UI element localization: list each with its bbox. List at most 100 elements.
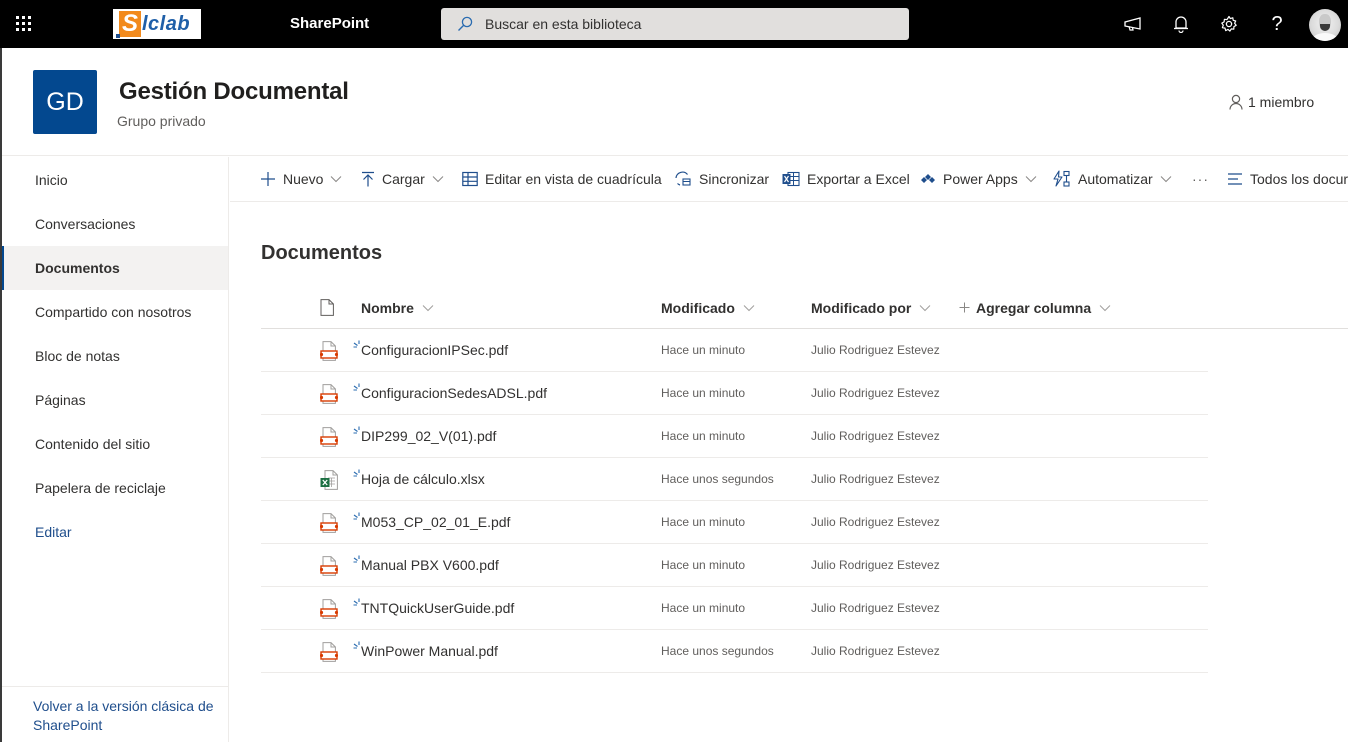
file-modified-by[interactable]: Julio Rodriguez Estevez [811, 515, 940, 529]
chevron-down-icon [422, 304, 434, 311]
grid-icon [462, 171, 478, 187]
chevron-down-icon [1099, 304, 1111, 311]
app-name-link[interactable]: SharePoint [290, 15, 369, 32]
column-modified-by-label: Modificado por [811, 299, 912, 316]
file-modified-by[interactable]: Julio Rodriguez Estevez [811, 644, 940, 658]
file-type-icon [319, 341, 339, 366]
help-icon[interactable]: ? [1265, 12, 1289, 36]
file-row[interactable]: Hoja de cálculo.xlsx Hace unos segundos Ju… [261, 458, 1208, 501]
chevron-down-icon [1025, 176, 1037, 183]
user-avatar[interactable] [1309, 9, 1341, 41]
nav-item-documentos[interactable]: Documentos [2, 246, 228, 290]
site-title[interactable]: Gestión Documental [119, 78, 349, 106]
search-box[interactable] [441, 8, 909, 40]
file-row[interactable]: TNTQuickUserGuide.pdf Hace un minuto Julio… [261, 587, 1208, 630]
nav-item-bloc-de-notas[interactable]: Bloc de notas [2, 334, 228, 378]
view-selector-label: Todos los docur [1250, 171, 1348, 187]
file-name-link[interactable]: Hoja de cálculo.xlsx [361, 471, 485, 487]
file-modified: Hace unos segundos [661, 644, 774, 658]
chevron-down-icon [743, 304, 755, 311]
file-row[interactable]: Manual PBX V600.pdf Hace un minuto Julio R… [261, 544, 1208, 587]
nav-item-inicio[interactable]: Inicio [2, 158, 228, 202]
nav-edit-link[interactable]: Editar [2, 510, 228, 554]
file-row[interactable]: ConfiguracionSedesADSL.pdf Hace un minuto… [261, 372, 1208, 415]
file-modified-by[interactable]: Julio Rodriguez Estevez [811, 429, 940, 443]
file-type-icon [319, 513, 339, 538]
logo-text: lclab [142, 12, 191, 35]
grid-edit-button[interactable]: Editar en vista de cuadrícula [462, 157, 662, 201]
pdf-file-icon [319, 642, 339, 662]
file-name-link[interactable]: DIP299_02_V(01).pdf [361, 428, 496, 444]
pdf-file-icon [319, 384, 339, 404]
site-privacy-label: Grupo privado [117, 113, 206, 129]
new-label: Nuevo [283, 171, 324, 187]
upload-label: Cargar [382, 171, 425, 187]
add-column-button[interactable]: Agregar columna [959, 287, 1111, 328]
plus-icon [261, 172, 275, 186]
file-type-icon [319, 599, 339, 624]
search-input[interactable] [485, 8, 885, 40]
automate-label: Automatizar [1078, 171, 1153, 187]
file-modified-by[interactable]: Julio Rodriguez Estevez [811, 558, 940, 572]
view-selector-button[interactable]: Todos los docur [1227, 157, 1348, 201]
file-name-link[interactable]: TNTQuickUserGuide.pdf [361, 600, 514, 616]
new-button[interactable]: Nuevo [260, 157, 342, 201]
nav-item-compartido[interactable]: Compartido con nosotros [2, 290, 228, 334]
file-type-icon [319, 427, 339, 452]
file-modified: Hace un minuto [661, 601, 746, 615]
file-row[interactable]: M053_CP_02_01_E.pdf Hace un minuto Julio R… [261, 501, 1208, 544]
column-header-modified[interactable]: Modificado [661, 287, 755, 328]
waffle-icon[interactable] [14, 14, 34, 34]
column-header-name[interactable]: Nombre [361, 287, 434, 328]
file-modified-by[interactable]: Julio Rodriguez Estevez [811, 472, 940, 486]
chevron-down-icon [331, 176, 342, 183]
file-name-link[interactable]: M053_CP_02_01_E.pdf [361, 514, 510, 530]
file-row[interactable]: DIP299_02_V(01).pdf Hace un minuto Julio R… [261, 415, 1208, 458]
file-modified-by[interactable]: Julio Rodriguez Estevez [811, 386, 940, 400]
chevron-down-icon [432, 176, 444, 183]
sync-button[interactable]: Sincronizar [674, 157, 769, 201]
suite-bar: S lclab SharePoint ? [0, 0, 1348, 48]
search-icon [458, 16, 473, 31]
file-name-link[interactable]: Manual PBX V600.pdf [361, 557, 499, 573]
file-type-column-header[interactable] [320, 287, 334, 328]
upload-icon [362, 171, 374, 187]
more-commands-button[interactable]: ··· [1192, 157, 1209, 201]
file-name-link[interactable]: ConfiguracionSedesADSL.pdf [361, 385, 547, 401]
export-excel-label: Exportar a Excel [807, 171, 910, 187]
gear-icon[interactable] [1217, 12, 1241, 36]
document-icon [320, 299, 334, 316]
nav-item-papelera[interactable]: Papelera de reciclaje [2, 466, 228, 510]
file-type-icon [320, 470, 338, 495]
file-name-link[interactable]: ConfiguracionIPSec.pdf [361, 342, 508, 358]
view-list-icon [1228, 173, 1242, 185]
file-modified-by[interactable]: Julio Rodriguez Estevez [811, 343, 940, 357]
organization-logo[interactable]: S lclab [113, 9, 201, 39]
bell-icon[interactable] [1169, 12, 1193, 36]
flow-icon [1053, 170, 1070, 187]
upload-button[interactable]: Cargar [361, 157, 444, 201]
nav-item-paginas[interactable]: Páginas [2, 378, 228, 422]
pdf-file-icon [319, 556, 339, 576]
logo-mark: S [116, 11, 141, 38]
library-title: Documentos [261, 242, 383, 264]
power-apps-button[interactable]: Power Apps [920, 157, 1037, 201]
members-count: 1 miembro [1248, 94, 1315, 110]
file-name-link[interactable]: WinPower Manual.pdf [361, 643, 498, 659]
nav-item-conversaciones[interactable]: Conversaciones [2, 202, 228, 246]
site-logo[interactable]: GD [33, 70, 97, 134]
classic-view-link[interactable]: Volver a la versión clásica de SharePoin… [2, 686, 228, 735]
megaphone-icon[interactable] [1121, 12, 1145, 36]
nav-item-contenido-del-sitio[interactable]: Contenido del sitio [2, 422, 228, 466]
file-modified-by[interactable]: Julio Rodriguez Estevez [811, 601, 940, 615]
file-row[interactable]: WinPower Manual.pdf Hace unos segundos Jul… [261, 630, 1208, 673]
column-name-label: Nombre [361, 299, 414, 316]
column-header-modified-by[interactable]: Modificado por [811, 287, 931, 328]
file-row[interactable]: ConfiguracionIPSec.pdf Hace un minuto Juli… [261, 329, 1208, 372]
automate-button[interactable]: Automatizar [1053, 157, 1172, 201]
export-excel-button[interactable]: Exportar a Excel [782, 157, 910, 201]
members-button[interactable]: 1 miembro [1228, 94, 1314, 110]
file-modified: Hace un minuto [661, 343, 746, 357]
excel-file-icon [320, 470, 338, 490]
file-type-icon [319, 556, 339, 581]
